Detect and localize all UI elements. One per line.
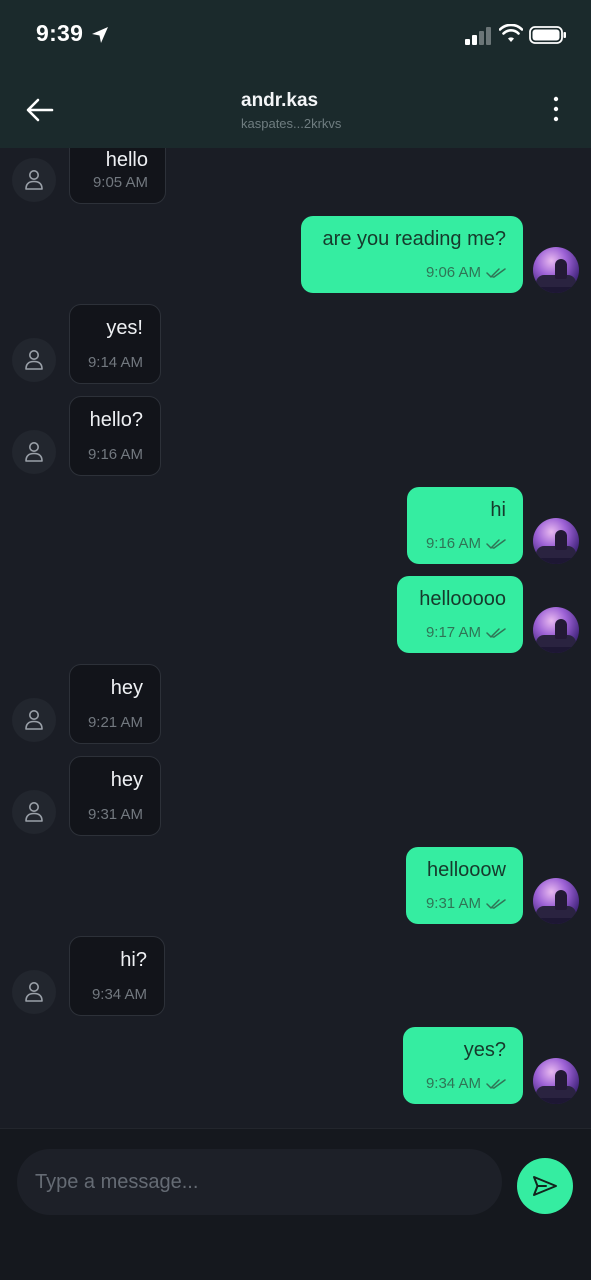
message-text: hello? bbox=[89, 409, 143, 431]
contact-avatar[interactable] bbox=[12, 790, 56, 834]
contact-avatar[interactable] bbox=[12, 338, 56, 382]
user-icon bbox=[25, 982, 43, 1002]
message-bubble-outgoing[interactable]: are you reading me? 9:06 AM bbox=[301, 216, 523, 293]
message-row: hey 9:21 AM bbox=[0, 664, 591, 744]
message-row: hi? 9:34 AM bbox=[0, 936, 591, 1016]
message-bubble-incoming[interactable]: hey 9:31 AM bbox=[69, 756, 161, 836]
message-row: hellooooo 9:17 AM bbox=[0, 576, 591, 654]
contact-address: kaspates...2krkvs bbox=[241, 116, 342, 131]
message-bubble-incoming[interactable]: hello? 9:16 AM bbox=[69, 396, 161, 476]
double-check-icon bbox=[486, 899, 506, 909]
message-text: yes? bbox=[463, 1039, 506, 1061]
message-bubble-incoming[interactable]: yes! 9:14 AM bbox=[69, 304, 161, 384]
message-bubble-outgoing[interactable]: hellooow 9:31 AM bbox=[406, 847, 523, 924]
location-arrow-icon bbox=[92, 27, 108, 43]
message-row: hi 9:16 AM bbox=[0, 487, 591, 565]
double-check-icon bbox=[486, 1079, 506, 1089]
message-time: 9:17 AM bbox=[425, 624, 481, 641]
message-row: yes! 9:14 AM bbox=[0, 304, 591, 384]
status-time: 9:39 bbox=[36, 20, 84, 46]
message-bubble-outgoing[interactable]: hellooooo 9:17 AM bbox=[397, 576, 523, 653]
user-icon bbox=[25, 170, 43, 190]
message-row: hey 9:31 AM bbox=[0, 756, 591, 836]
my-avatar[interactable] bbox=[533, 518, 579, 564]
status-bar: 9:39 bbox=[0, 0, 591, 70]
message-text: hey bbox=[110, 677, 143, 699]
message-bubble-incoming[interactable]: hello 9:05 AM bbox=[69, 148, 166, 204]
message-time: 9:05 AM bbox=[92, 174, 148, 191]
message-time: 9:21 AM bbox=[87, 714, 143, 731]
user-icon bbox=[25, 710, 43, 730]
battery-icon bbox=[529, 26, 566, 44]
wifi-icon bbox=[499, 24, 523, 42]
message-time: 9:34 AM bbox=[91, 986, 147, 1003]
message-time: 9:06 AM bbox=[425, 264, 481, 281]
my-avatar[interactable] bbox=[533, 607, 579, 653]
my-avatar[interactable] bbox=[533, 878, 579, 924]
message-bubble-incoming[interactable]: hey 9:21 AM bbox=[69, 664, 161, 744]
contact-avatar[interactable] bbox=[12, 430, 56, 474]
message-row: hello? 9:16 AM bbox=[0, 396, 591, 476]
my-avatar[interactable] bbox=[533, 247, 579, 293]
message-row: hellooow 9:31 AM bbox=[0, 847, 591, 925]
user-icon bbox=[25, 802, 43, 822]
double-check-icon bbox=[486, 539, 506, 549]
message-text: hi? bbox=[120, 949, 147, 971]
cellular-signal-icon bbox=[465, 27, 491, 45]
message-text: hellooow bbox=[427, 859, 506, 881]
message-time: 9:14 AM bbox=[87, 354, 143, 371]
message-time: 9:34 AM bbox=[425, 1075, 481, 1092]
message-time: 9:31 AM bbox=[425, 895, 481, 912]
my-avatar[interactable] bbox=[533, 1058, 579, 1104]
message-text: hey bbox=[110, 769, 143, 791]
nav-bar: andr.kas kaspates...2krkvs bbox=[0, 80, 591, 144]
double-check-icon bbox=[486, 628, 506, 638]
contact-avatar[interactable] bbox=[12, 158, 56, 202]
contact-name[interactable]: andr.kas bbox=[241, 90, 318, 112]
message-text: hellooooo bbox=[419, 588, 506, 610]
message-time: 9:16 AM bbox=[425, 535, 481, 552]
message-time: 9:31 AM bbox=[87, 806, 143, 823]
user-icon bbox=[25, 350, 43, 370]
send-icon bbox=[533, 1176, 557, 1196]
message-text: yes! bbox=[106, 317, 143, 339]
more-vertical-icon[interactable] bbox=[546, 94, 566, 124]
message-text: hi bbox=[490, 499, 506, 521]
message-text: hello bbox=[105, 149, 148, 171]
message-list[interactable]: hello 9:05 AM are you reading me? 9:06 A… bbox=[0, 148, 591, 1128]
message-text: are you reading me? bbox=[322, 228, 506, 250]
message-row: yes? 9:34 AM bbox=[0, 1027, 591, 1105]
user-icon bbox=[25, 442, 43, 462]
message-bubble-outgoing[interactable]: yes? 9:34 AM bbox=[403, 1027, 523, 1104]
message-row: hello 9:05 AM bbox=[0, 148, 591, 206]
contact-avatar[interactable] bbox=[12, 698, 56, 742]
double-check-icon bbox=[486, 268, 506, 278]
arrow-left-icon[interactable] bbox=[22, 92, 58, 128]
message-bubble-outgoing[interactable]: hi 9:16 AM bbox=[407, 487, 523, 564]
message-row: are you reading me? 9:06 AM bbox=[0, 216, 591, 294]
chat-header: 9:39 andr.kas kaspates...2krkvs bbox=[0, 0, 591, 148]
message-bubble-incoming[interactable]: hi? 9:34 AM bbox=[69, 936, 165, 1016]
message-input[interactable] bbox=[17, 1149, 502, 1215]
message-composer bbox=[0, 1128, 591, 1280]
contact-avatar[interactable] bbox=[12, 970, 56, 1014]
send-button[interactable] bbox=[517, 1158, 573, 1214]
message-time: 9:16 AM bbox=[87, 446, 143, 463]
